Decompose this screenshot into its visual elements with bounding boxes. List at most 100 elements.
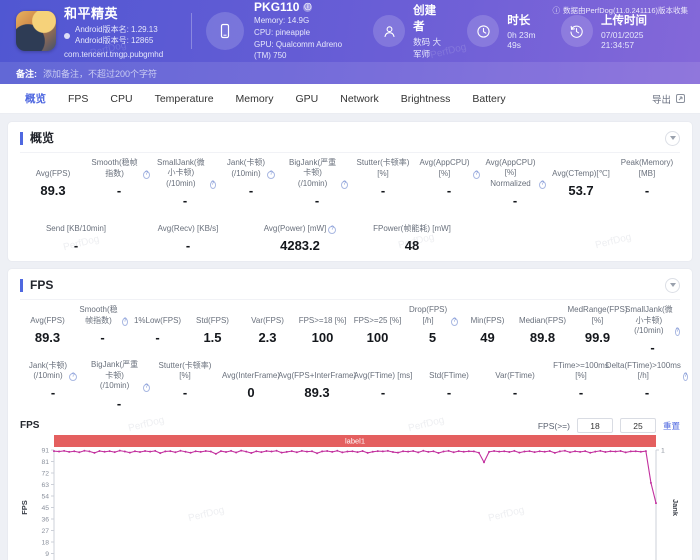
metric-value: -: [352, 183, 414, 198]
chevron-down-icon: [670, 136, 676, 140]
fps-chart-title: FPS: [20, 420, 39, 431]
metric-value: -: [418, 385, 480, 400]
svg-text:9: 9: [45, 550, 49, 557]
metric-label: Avg(AppCPU) [%] Normalized?: [484, 158, 546, 189]
history-clock-icon: [561, 15, 593, 47]
metric: Avg(FPS+InterFrame)89.3: [284, 360, 350, 410]
metric: Var(FTime)-: [482, 360, 548, 410]
collect-version-note: ⓘ 数据由PerfDog(11.0.241116)版本收集: [552, 5, 688, 16]
help-icon[interactable]: ?: [675, 328, 680, 336]
metric-label: FPS>=25 [%]: [352, 305, 403, 326]
help-icon[interactable]: ?: [341, 181, 348, 189]
metric: Avg(FPS)89.3: [20, 305, 75, 355]
metric-value: 100: [297, 330, 348, 345]
metric-value: -: [484, 385, 546, 400]
creator-value: 数码 大军师: [413, 36, 447, 60]
app-name: 和平精英: [64, 3, 163, 22]
metric-label: Std(FPS): [187, 305, 238, 326]
device-info-icon[interactable]: ⓘ: [303, 3, 312, 12]
help-icon[interactable]: ?: [267, 171, 275, 179]
overview-collapse-button[interactable]: [665, 131, 680, 146]
fps-title: FPS: [20, 279, 53, 292]
tab-battery[interactable]: Battery: [461, 84, 516, 114]
remark-placeholder[interactable]: 添加备注，不超过200个字符: [43, 67, 157, 80]
upload-value: 07/01/2025 21:34:57: [601, 30, 664, 50]
report-header: 和平精英 Android版本名: 1.29.13Android版本号: 1286…: [0, 0, 700, 84]
tab-temperature[interactable]: Temperature: [144, 84, 225, 114]
header-divider: [191, 13, 192, 49]
clock-icon: [467, 15, 499, 47]
duration-value: 0h 23m 49s: [507, 30, 541, 50]
metric-value: -: [154, 193, 216, 208]
metric-value: -: [220, 183, 282, 198]
tab-brightness[interactable]: Brightness: [390, 84, 462, 114]
metric: FPS>=18 [%]100: [295, 305, 350, 355]
metric-value: 4283.2: [246, 238, 354, 253]
help-icon[interactable]: ?: [122, 318, 128, 326]
metric-label: Delta(FTime)>100ms [/h]?: [616, 360, 678, 381]
help-icon[interactable]: ?: [143, 171, 150, 179]
metric-label: Drop(FPS) [/h]?: [407, 305, 458, 326]
fps-threshold-input-2[interactable]: [620, 418, 656, 433]
metric-label: Jank(卡顿) (/10min)?: [22, 360, 84, 381]
metric-label: Smooth(稳帧指数)?: [77, 305, 128, 326]
tab-概览[interactable]: 概览: [14, 84, 57, 114]
fps-metrics-row1: Avg(FPS)89.3Smooth(稳帧指数)?-1%Low(FPS)-Std…: [20, 305, 680, 355]
help-icon[interactable]: ?: [539, 181, 546, 189]
fps-threshold-input-1[interactable]: [577, 418, 613, 433]
metric-label: SmallJank(微小卡顿) (/10min)?: [154, 158, 216, 189]
metric: SmallJank(微小卡顿) (/10min)?-: [625, 305, 680, 355]
export-button[interactable]: 导出: [652, 92, 686, 106]
metric-value: 2.3: [242, 330, 293, 345]
metric-value: -: [616, 183, 678, 198]
overview-metrics-row2: Send [KB/10min]-Avg(Recv) [KB/s]-Avg(Pow…: [20, 213, 680, 253]
section-tabbar: 概览FPSCPUTemperatureMemoryGPUNetworkBrigh…: [0, 84, 700, 114]
reset-link[interactable]: 重置: [663, 420, 680, 432]
metric: SmallJank(微小卡顿) (/10min)? -: [152, 158, 218, 208]
metric-value: -: [134, 238, 242, 253]
metric: Send [KB/10min]-: [20, 213, 132, 253]
remark-bar[interactable]: 备注: 添加备注，不超过200个字符: [0, 62, 700, 84]
help-icon[interactable]: ?: [683, 373, 688, 381]
svg-text:label1: label1: [345, 436, 365, 445]
help-icon[interactable]: ?: [69, 373, 77, 381]
tab-fps[interactable]: FPS: [57, 84, 99, 114]
metric-label: Median(FPS): [517, 305, 568, 326]
metric: Avg(FTime) [ms]-: [350, 360, 416, 410]
metric: Drop(FPS) [/h]? 5: [405, 305, 460, 355]
svg-text:Jank: Jank: [671, 498, 678, 516]
help-icon[interactable]: ?: [473, 171, 480, 179]
metric-label: Send [KB/10min]: [22, 213, 130, 234]
metric: Peak(Memory) [MB]-: [614, 158, 680, 208]
metric-label: Avg(Power) [mW]?: [246, 213, 354, 234]
metric: BigJank(严重卡顿) (/10min)?-: [284, 158, 350, 208]
help-icon[interactable]: ?: [328, 226, 336, 234]
help-icon[interactable]: ?: [143, 384, 150, 392]
metric-value: -: [550, 385, 612, 400]
tab-memory[interactable]: Memory: [225, 84, 285, 114]
svg-text:36: 36: [41, 516, 49, 523]
fps-collapse-button[interactable]: [665, 278, 680, 293]
tab-gpu[interactable]: GPU: [284, 84, 329, 114]
svg-text:81: 81: [41, 458, 49, 465]
metric: FTime>=100ms [%]-: [548, 360, 614, 410]
metric-label: Stutter(卡顿率) [%]: [352, 158, 414, 179]
help-icon[interactable]: ?: [451, 318, 458, 326]
metric-label: BigJank(严重卡顿) (/10min)?: [88, 360, 150, 391]
help-icon[interactable]: ?: [210, 181, 216, 189]
metric: MedRange(FPS)[%]99.9: [570, 305, 625, 355]
svg-text:54: 54: [41, 493, 49, 500]
metric-value: -: [132, 330, 183, 345]
chevron-down-icon: [670, 283, 676, 287]
metric: Stutter(卡顿率) [%] -: [350, 158, 416, 208]
upload-time-block: 上传时间 07/01/2025 21:34:57: [561, 12, 684, 50]
metric-value: 53.7: [550, 183, 612, 198]
metric-value: 5: [407, 330, 458, 345]
info-icon: ⓘ: [552, 5, 560, 16]
tab-cpu[interactable]: CPU: [99, 84, 143, 114]
tab-network[interactable]: Network: [329, 84, 390, 114]
metric: Avg(InterFrame)0: [218, 360, 284, 410]
fps-chart: label19181726354453627189010FPSJank00:00…: [20, 435, 680, 560]
metric-label: Avg(FTime) [ms]: [352, 360, 414, 381]
phone-icon: [206, 12, 244, 50]
